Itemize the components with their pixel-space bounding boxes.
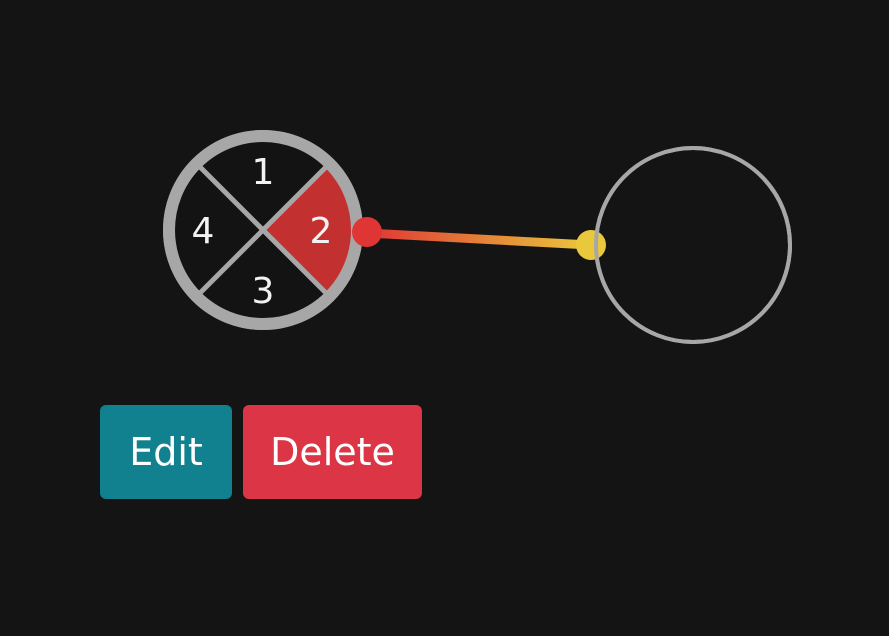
input-port-icon[interactable] xyxy=(576,230,606,260)
segmented-node[interactable]: 1 2 3 4 xyxy=(163,130,363,330)
segment-3-label: 3 xyxy=(252,271,275,312)
target-node-border xyxy=(594,146,792,344)
edit-button[interactable]: Edit xyxy=(100,405,232,499)
segment-1-label: 1 xyxy=(252,152,275,193)
segment-2-label: 2 xyxy=(310,211,333,252)
canvas[interactable]: 1 2 3 4 xyxy=(0,0,889,636)
output-port-icon[interactable] xyxy=(352,217,382,247)
delete-button[interactable]: Delete xyxy=(243,405,422,499)
connector-line[interactable] xyxy=(362,228,595,250)
segment-4-label: 4 xyxy=(192,211,215,252)
